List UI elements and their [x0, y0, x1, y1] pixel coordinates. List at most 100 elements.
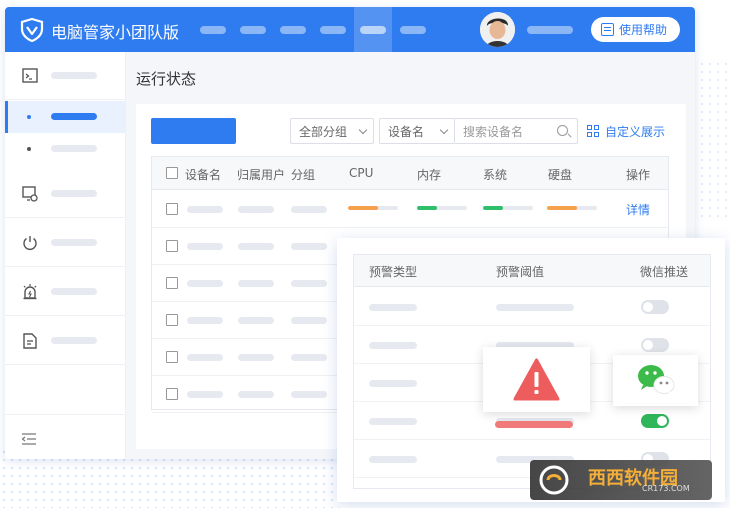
sidebar-sublabel: [51, 113, 97, 120]
user-placeholder: [238, 243, 274, 250]
column-header: 微信推送: [640, 265, 689, 279]
app-title: 电脑管家小团队版: [51, 23, 180, 42]
device-name-placeholder: [187, 280, 223, 287]
user-placeholder: [238, 391, 274, 398]
usage-bar: [547, 206, 597, 210]
custom-display-label: 自定义展示: [605, 125, 666, 139]
monitor-settings-icon: [22, 186, 38, 202]
sidebar-item-document[interactable]: [5, 317, 126, 365]
sidebar: [5, 52, 126, 459]
device-field-select[interactable]: 设备名: [379, 118, 455, 144]
search-icon[interactable]: [557, 125, 568, 136]
row-checkbox[interactable]: [166, 277, 178, 289]
device-name-placeholder: [187, 354, 223, 361]
device-name-placeholder: [187, 206, 223, 213]
table-header: 设备名 归属用户 分组 CPU 内存 系统 硬盘 操作: [152, 157, 668, 190]
watermark-emblem-icon: [539, 465, 569, 495]
alarm-lamp-icon: [23, 284, 37, 300]
primary-action-button[interactable]: [151, 118, 236, 144]
group-select[interactable]: 全部分组: [290, 118, 374, 144]
sidebar-sublabel: [51, 145, 97, 152]
toggle-knob: [643, 340, 653, 350]
nav-item-5-active[interactable]: [360, 26, 386, 34]
row-checkbox[interactable]: [166, 203, 178, 215]
user-placeholder: [238, 354, 274, 361]
collapse-icon[interactable]: [21, 432, 37, 446]
user-placeholder: [238, 280, 274, 287]
sidebar-subitem-running-status[interactable]: [5, 101, 126, 133]
search-input[interactable]: 搜索设备名: [455, 118, 578, 144]
wechat-push-toggle[interactable]: [641, 300, 669, 314]
column-header: 系统: [483, 168, 508, 182]
device-name-placeholder: [187, 317, 223, 324]
custom-display-link[interactable]: 自定义展示: [587, 123, 665, 140]
watermark-logo: 西西软件园 CR173.COM: [530, 460, 712, 500]
bullet: [27, 147, 31, 151]
sidebar-subitem-2[interactable]: [5, 133, 126, 165]
usage-bar: [417, 206, 467, 210]
column-header: 归属用户: [237, 168, 286, 182]
bullet: [27, 115, 31, 119]
shield-v-icon: [20, 17, 44, 43]
column-header: 操作: [626, 168, 651, 182]
sidebar-item-terminal[interactable]: [5, 52, 126, 100]
avatar[interactable]: [480, 12, 515, 47]
select-all-checkbox[interactable]: [166, 167, 178, 179]
alert-type-placeholder: [369, 418, 417, 425]
column-header: 分组: [291, 168, 316, 182]
nav-item-6[interactable]: [400, 26, 426, 34]
nav-item-3[interactable]: [280, 26, 306, 34]
detail-link[interactable]: 详情: [626, 201, 650, 218]
usage-bar: [348, 206, 398, 210]
row-checkbox[interactable]: [166, 240, 178, 252]
nav-item-4[interactable]: [320, 26, 346, 34]
document-icon: [23, 333, 37, 349]
usage-bar: [483, 206, 533, 210]
sidebar-label: [51, 239, 97, 246]
column-header: 设备名: [185, 168, 222, 182]
table-row[interactable]: 详情: [152, 191, 668, 228]
alert-type-placeholder: [369, 456, 417, 463]
alert-type-placeholder: [369, 304, 417, 311]
warning-popup: [483, 347, 590, 412]
device-name-placeholder: [187, 243, 223, 250]
sidebar-item-power[interactable]: [5, 219, 126, 267]
wechat-push-toggle[interactable]: [641, 338, 669, 352]
wechat-popup: [613, 355, 698, 406]
alert-table-header: 预警类型 预警阈值 微信推送: [354, 255, 710, 287]
toggle-knob: [643, 302, 653, 312]
chevron-down-icon: [358, 125, 368, 135]
search-placeholder: 搜索设备名: [463, 124, 524, 139]
alert-row: [354, 288, 710, 326]
group-select-value: 全部分组: [299, 124, 348, 139]
usage-bar-fill: [417, 206, 437, 210]
row-checkbox[interactable]: [166, 351, 178, 363]
device-name-placeholder: [187, 391, 223, 398]
sidebar-item-alarm[interactable]: [5, 268, 126, 316]
usage-bar-fill: [547, 206, 577, 210]
user-placeholder: [238, 206, 274, 213]
wechat-icon: [638, 365, 675, 396]
column-header: 预警类型: [369, 265, 418, 279]
column-header: 预警阈值: [496, 265, 545, 279]
row-checkbox[interactable]: [166, 388, 178, 400]
nav-item-1[interactable]: [200, 26, 226, 34]
group-placeholder: [291, 317, 327, 324]
sidebar-label: [51, 72, 97, 79]
sidebar-item-monitor[interactable]: [5, 170, 126, 218]
nav-item-2[interactable]: [240, 26, 266, 34]
wechat-push-toggle[interactable]: [641, 414, 669, 428]
sidebar-label: [51, 190, 97, 197]
help-button[interactable]: 使用帮助: [591, 17, 680, 42]
group-placeholder: [291, 206, 327, 213]
divider: [5, 414, 126, 415]
alert-type-placeholder: [369, 380, 417, 387]
warning-triangle-icon: [513, 358, 560, 401]
row-checkbox[interactable]: [166, 314, 178, 326]
background-dots-right: [690, 60, 730, 220]
group-placeholder: [291, 354, 327, 361]
group-placeholder: [291, 243, 327, 250]
grid-icon: [587, 125, 600, 138]
group-placeholder: [291, 391, 327, 398]
group-placeholder: [291, 280, 327, 287]
